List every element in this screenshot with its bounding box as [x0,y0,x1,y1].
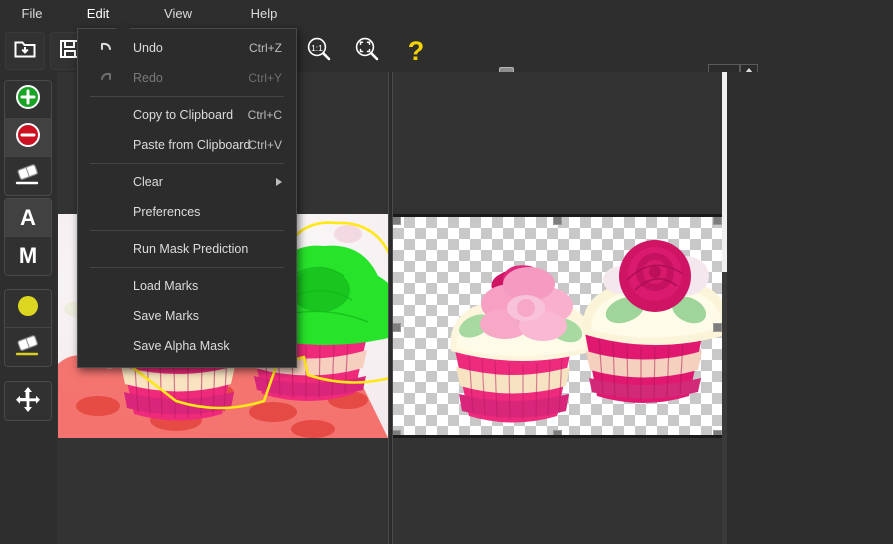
menu-separator [90,96,284,97]
menu-separator [90,163,284,164]
question-mark-icon: ? [407,35,425,66]
tool-group-2 [4,289,52,367]
zoom-1to1-icon: 1:1 [306,36,332,67]
menu-item-label: Save Marks [133,309,199,323]
help-button[interactable]: ? [396,32,436,70]
red-minus-circle-icon [15,122,41,153]
submenu-arrow-icon [276,178,282,186]
letter-m-icon: M [18,243,38,268]
green-plus-circle-icon [15,84,41,115]
menu-item-label: Paste from Clipboard [133,138,251,152]
selection-handle-nw[interactable] [393,217,401,225]
menu-view[interactable]: View [152,0,204,28]
menu-separator [90,230,284,231]
selection-handle-sw[interactable] [393,430,401,435]
menu-item-load-marks[interactable]: Load Marks [78,271,296,301]
menu-item-shortcut: Ctrl+Z [249,41,282,55]
selection-handle-n[interactable] [553,217,562,225]
menu-item-undo[interactable]: Undo Ctrl+Z [78,33,296,63]
menu-item-label: Redo [133,71,163,85]
menu-item-label: Run Mask Prediction [133,242,249,256]
tool-group-1: AM [4,198,52,276]
menu-item-save-alpha-mask[interactable]: Save Alpha Mask [78,331,296,361]
eraser-yellow-icon [13,332,43,363]
mode-automatic-button[interactable]: A [5,199,51,237]
menu-item-label: Save Alpha Mask [133,339,230,353]
letter-a-icon: A [20,204,36,230]
menu-item-run-mask-prediction[interactable]: Run Mask Prediction [78,234,296,264]
selection-handle-s[interactable] [553,430,562,435]
menu-item-redo[interactable]: Redo Ctrl+Y [78,63,296,93]
erase-marks-button[interactable] [5,157,51,195]
result-image-cutout [450,240,723,423]
boundary-marker-button[interactable] [5,290,51,328]
edit-menu-dropdown: Undo Ctrl+Z Redo Ctrl+Y Copy to Clipboard Ctr… [77,28,297,368]
menu-item-label: Load Marks [133,279,199,293]
menu-item-label: Undo [133,41,163,55]
tool-group-3 [4,381,52,421]
menu-item-save-marks[interactable]: Save Marks [78,301,296,331]
pan-tool-button[interactable] [5,382,51,420]
menu-item-shortcut: Ctrl+V [248,138,282,152]
menu-item-label: Preferences [133,205,201,219]
tool-rail: AM [0,72,58,544]
open-file-button[interactable] [5,32,45,70]
result-image-canvas[interactable] [393,214,723,438]
add-foreground-button[interactable] [5,81,51,119]
menu-item-copy-to-clipboard[interactable]: Copy to Clipboard Ctrl+C [78,100,296,130]
menu-item-shortcut: Ctrl+Y [248,71,282,85]
menu-item-shortcut: Ctrl+C [247,108,282,122]
redo-arrow-icon [98,63,114,93]
undo-arrow-icon [98,33,114,63]
selection-handle-e[interactable] [713,323,722,332]
selection-handle-ne[interactable] [713,217,722,225]
menu-item-label: Clear [133,175,163,189]
eraser-white-icon [13,161,43,192]
menu-file[interactable]: File [6,0,58,28]
menu-separator [90,267,284,268]
menu-item-label: Copy to Clipboard [133,108,234,122]
yellow-dot-icon [15,293,41,324]
zoom-fit-icon [354,36,380,67]
tool-group-0 [4,80,52,196]
svg-text:1:1: 1:1 [311,43,323,53]
menu-help[interactable]: Help [238,0,290,28]
properties-panel: Smooth the Boundary2Offset the Boundary0… [727,72,893,544]
boundary-eraser-button[interactable] [5,328,51,366]
selection-handle-se[interactable] [713,430,722,435]
selection-handle-w[interactable] [393,323,401,332]
menu-caret-icon [116,22,130,29]
menu-item-preferences[interactable]: Preferences [78,197,296,227]
remove-background-button[interactable] [5,119,51,157]
zoom-actual-size-button[interactable]: 1:1 [299,32,339,70]
app-window: File Edit View Help 1:1 ? A M Undo Ctrl+… [0,0,893,544]
zoom-fit-button[interactable] [347,32,387,70]
move-cross-arrows-icon [15,386,41,417]
open-folder-icon [14,39,36,64]
mode-manual-button[interactable]: M [5,237,51,275]
menu-item-paste-from-clipboard[interactable]: Paste from Clipboard Ctrl+V [78,130,296,160]
menu-bar: File Edit View Help [0,0,893,29]
menu-item-clear[interactable]: Clear [78,167,296,197]
